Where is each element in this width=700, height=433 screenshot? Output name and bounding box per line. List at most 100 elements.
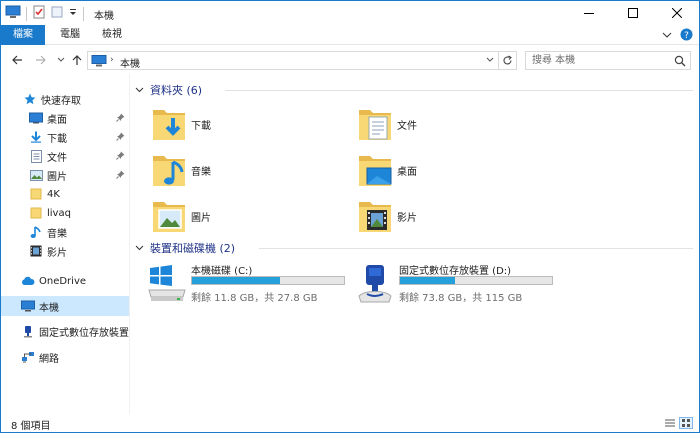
- new-folder-icon[interactable]: [50, 5, 64, 22]
- drive-free-space: 剩餘 11.8 GB，共 27.8 GB: [191, 293, 318, 304]
- folder-icon: [29, 206, 43, 220]
- address-dropdown-icon[interactable]: [486, 56, 494, 67]
- sidebar-item-label: 音樂: [47, 228, 67, 240]
- sidebar-item-onedrive[interactable]: OneDrive: [1, 271, 129, 291]
- close-button[interactable]: [655, 1, 699, 25]
- picture-folder-icon: [151, 196, 187, 236]
- sidebar-item-removable-storage[interactable]: 固定式數位存放裝置: [1, 321, 129, 341]
- expand-ribbon-icon[interactable]: [662, 30, 672, 43]
- sidebar-item-label: 固定式數位存放裝置: [39, 327, 129, 339]
- folder-pictures[interactable]: 圖片: [151, 194, 351, 238]
- breadcrumb-this-pc[interactable]: 本機: [120, 55, 140, 70]
- desktop-folder-icon: [357, 150, 393, 190]
- tab-computer[interactable]: 電腦: [53, 25, 87, 45]
- document-folder-icon: [357, 104, 393, 144]
- sidebar-item-label: 本機: [39, 302, 59, 314]
- sidebar-item-desktop[interactable]: 桌面: [1, 108, 129, 128]
- sidebar-item-this-pc[interactable]: 本機: [1, 296, 129, 316]
- sidebar-item-label: 快速存取: [41, 95, 81, 107]
- search-input[interactable]: [526, 52, 666, 69]
- computer-icon: [5, 5, 21, 22]
- video-folder-icon: [357, 196, 393, 236]
- details-view-icon[interactable]: [663, 417, 677, 429]
- usb-drive-icon: [355, 264, 395, 304]
- group-divider: [259, 248, 693, 249]
- view-toggles: [663, 417, 693, 429]
- sidebar-item-downloads[interactable]: 下載: [1, 127, 129, 147]
- folder-label: 音樂: [191, 166, 211, 178]
- recent-locations-button[interactable]: [53, 52, 69, 68]
- sidebar-item-music[interactable]: 音樂: [1, 222, 129, 242]
- sidebar-item-label: 桌面: [47, 114, 67, 126]
- chevron-down-icon[interactable]: [135, 84, 144, 97]
- pin-icon[interactable]: [116, 170, 125, 182]
- group-header-drives[interactable]: 裝置和磁碟機 (2): [135, 240, 695, 256]
- large-icons-view-icon[interactable]: [679, 417, 693, 429]
- navigation-bar: › 本機: [1, 46, 699, 74]
- ribbon-tabs: 檔案 電腦 檢視 ?: [1, 25, 699, 45]
- minimize-button[interactable]: [567, 1, 611, 25]
- refresh-button[interactable]: [499, 51, 517, 70]
- folder-music[interactable]: 音樂: [151, 148, 351, 192]
- svg-text:?: ?: [684, 31, 689, 41]
- customize-dropdown-icon[interactable]: [68, 7, 78, 20]
- properties-icon[interactable]: [32, 5, 46, 22]
- toolbar-separator: [83, 6, 84, 21]
- desktop-icon: [29, 111, 43, 125]
- maximize-button[interactable]: [611, 1, 655, 25]
- folder-desktop[interactable]: 桌面: [357, 148, 557, 192]
- search-icon[interactable]: [674, 55, 686, 70]
- sidebar-item-quick-access[interactable]: 快速存取: [1, 89, 129, 109]
- sidebar-item-label: OneDrive: [39, 275, 87, 287]
- help-icon[interactable]: ?: [680, 28, 693, 44]
- sidebar-item-label: 網路: [39, 353, 59, 365]
- sidebar-item-documents[interactable]: 文件: [1, 146, 129, 166]
- breadcrumb-separator-icon: ›: [110, 55, 114, 65]
- back-button[interactable]: [9, 52, 25, 68]
- sidebar-item-videos[interactable]: 影片: [1, 241, 129, 261]
- item-count: 8 個項目: [11, 421, 51, 432]
- folder-documents[interactable]: 文件: [357, 102, 557, 146]
- tab-view[interactable]: 檢視: [95, 25, 129, 45]
- tab-file[interactable]: 檔案: [1, 25, 45, 45]
- download-folder-icon: [151, 104, 187, 144]
- drive-name: 本機磁碟 (C:): [191, 266, 253, 277]
- folder-label: 下載: [191, 120, 211, 132]
- drive-name: 固定式數位存放裝置 (D:): [399, 266, 512, 277]
- pin-icon[interactable]: [116, 132, 125, 144]
- music-icon: [29, 225, 43, 239]
- folder-downloads[interactable]: 下載: [151, 102, 351, 146]
- status-bar: 8 個項目: [1, 414, 699, 432]
- drive-usage-fill: [400, 277, 455, 284]
- window-controls: [567, 1, 699, 25]
- drive-c[interactable]: 本機磁碟 (C:) 剩餘 11.8 GB，共 27.8 GB: [147, 262, 357, 308]
- chevron-down-icon[interactable]: [135, 242, 144, 255]
- sidebar-item-label: 影片: [47, 247, 67, 259]
- group-header-folders[interactable]: 資料夾 (6): [135, 82, 695, 98]
- download-icon: [29, 130, 43, 144]
- search-box[interactable]: [525, 51, 691, 70]
- drive-d[interactable]: 固定式數位存放裝置 (D:) 剩餘 73.8 GB，共 115 GB: [355, 262, 565, 308]
- address-bar[interactable]: › 本機: [87, 51, 499, 70]
- toolbar-separator: [26, 6, 27, 21]
- sidebar-item-4k[interactable]: 4K: [1, 184, 129, 204]
- sidebar-item-pictures[interactable]: 圖片: [1, 165, 129, 185]
- folder-videos[interactable]: 影片: [357, 194, 557, 238]
- music-folder-icon: [151, 150, 187, 190]
- star-icon: [23, 92, 37, 106]
- drive-usage-fill: [192, 277, 281, 284]
- document-icon: [29, 149, 43, 163]
- up-button[interactable]: [69, 52, 85, 68]
- video-icon: [29, 244, 43, 258]
- folder-label: 文件: [397, 120, 417, 132]
- folder-label: 圖片: [191, 212, 211, 224]
- forward-button[interactable]: [33, 52, 49, 68]
- windows-drive-icon: [147, 264, 187, 304]
- title-bar: 本機: [1, 1, 699, 25]
- pin-icon[interactable]: [116, 113, 125, 125]
- sidebar-item-network[interactable]: 網路: [1, 347, 129, 367]
- sidebar-item-livaq[interactable]: livaq: [1, 203, 129, 223]
- pin-icon[interactable]: [116, 151, 125, 163]
- sidebar-item-label: 下載: [47, 133, 67, 145]
- sidebar-item-label: 文件: [47, 152, 67, 164]
